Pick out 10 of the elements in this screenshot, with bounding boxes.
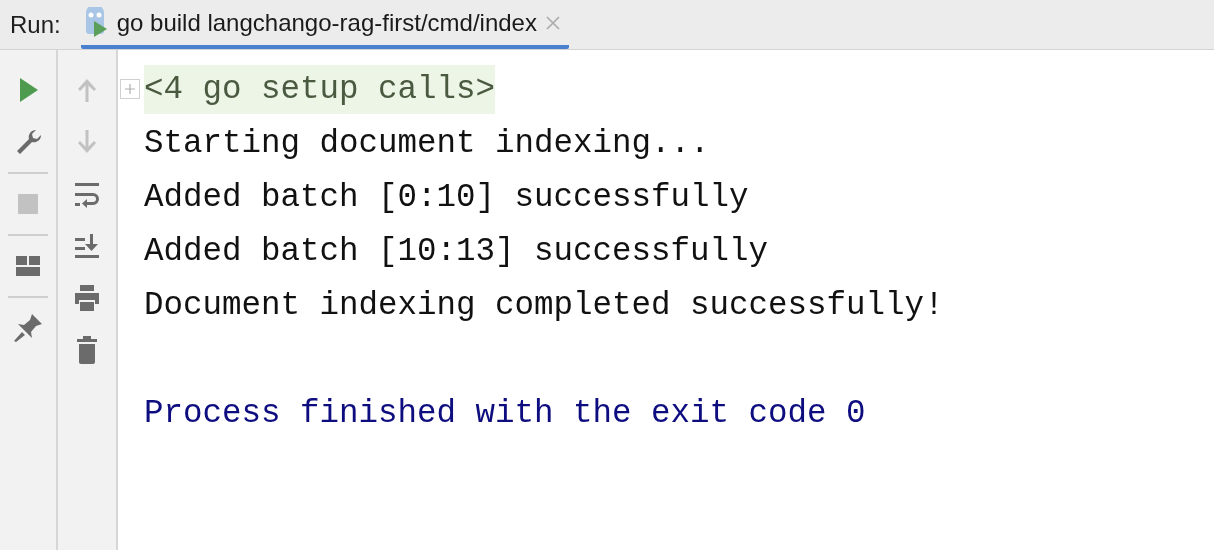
console-line: Starting document indexing... bbox=[144, 124, 710, 162]
expand-toggle[interactable] bbox=[120, 79, 140, 99]
console-line: Added batch [10:13] successfully bbox=[144, 232, 769, 270]
console-line: Added batch [0:10] successfully bbox=[144, 178, 749, 216]
run-tab[interactable]: go build langchango-rag-first/cmd/index bbox=[80, 0, 569, 49]
run-label: Run: bbox=[10, 10, 61, 39]
exit-message: Process finished with the exit code 0 bbox=[144, 394, 866, 432]
plus-icon bbox=[123, 82, 137, 96]
console-line: Document indexing completed successfully! bbox=[144, 286, 944, 324]
folded-calls-text[interactable]: <4 go setup calls> bbox=[144, 64, 496, 114]
